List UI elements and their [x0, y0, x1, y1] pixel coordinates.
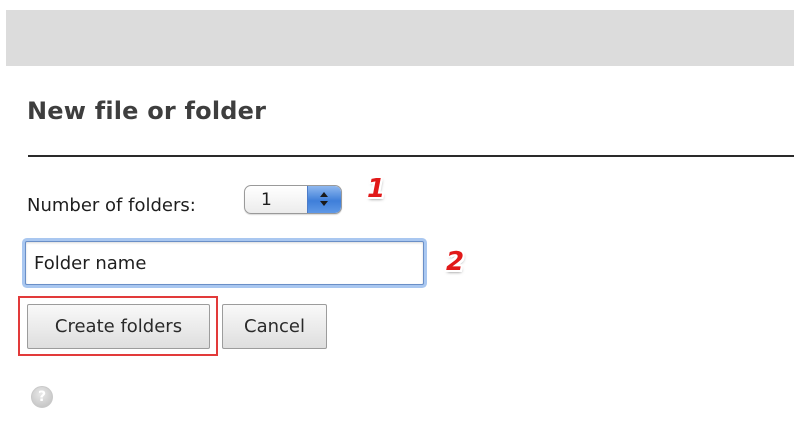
folder-name-input[interactable] [25, 241, 424, 285]
help-icon[interactable]: ? [31, 386, 53, 408]
step-1-marker: 1 [367, 174, 386, 204]
folder-count-value: 1 [261, 190, 272, 210]
create-folders-button[interactable]: Create folders [27, 304, 210, 349]
page-title: New file or folder [27, 97, 267, 125]
top-bar [6, 10, 794, 66]
folder-count-select[interactable]: 1 [244, 185, 342, 214]
page: New file or folder Number of folders: 1 … [0, 0, 794, 428]
folder-count-label: Number of folders: [27, 195, 196, 216]
arrow-up-icon [320, 192, 328, 197]
arrow-down-icon [320, 201, 328, 206]
stepper-arrows-icon[interactable] [307, 186, 341, 213]
title-divider [28, 155, 794, 157]
step-2-marker: 2 [446, 247, 465, 277]
cancel-button[interactable]: Cancel [222, 304, 327, 349]
